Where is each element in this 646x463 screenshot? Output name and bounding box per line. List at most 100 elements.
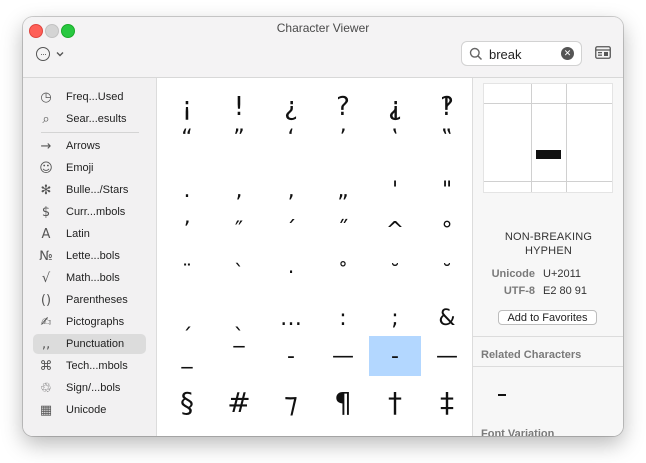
char-cell-breve[interactable]: ˘ bbox=[421, 250, 472, 290]
char-cell-dagger[interactable]: † bbox=[369, 378, 421, 419]
char-cell-low-grave[interactable]: ˎ bbox=[213, 294, 265, 334]
glyph-guide-line bbox=[484, 181, 612, 182]
char-cell-quotation-mark[interactable]: " bbox=[421, 164, 472, 204]
char-cell-interrobang[interactable]: ‽ bbox=[421, 80, 472, 122]
char-cell-number-sign[interactable]: # bbox=[213, 378, 265, 419]
related-characters-heading: Related Characters bbox=[481, 349, 582, 361]
char-cell-left-double-quote[interactable]: “ bbox=[161, 120, 213, 160]
character-name-line-1: NON-BREAKING bbox=[504, 231, 593, 243]
char-cell-middle-dot[interactable]: · bbox=[265, 250, 317, 290]
char-cell-inverted-question[interactable]: ¿ bbox=[265, 80, 317, 122]
char-glyph: „ bbox=[337, 178, 349, 203]
char-glyph: ° bbox=[441, 218, 453, 243]
char-cell-inverted-interrobang[interactable]: ⸘ bbox=[369, 80, 421, 122]
char-cell-degree[interactable]: ° bbox=[421, 208, 472, 248]
sidebar-item-label: Sign/...bols bbox=[66, 382, 121, 394]
char-glyph: ` bbox=[234, 260, 244, 284]
square-root-icon: √ bbox=[41, 270, 51, 286]
sidebar-divider bbox=[41, 132, 139, 133]
char-cell-grave-accent[interactable]: ` bbox=[213, 250, 265, 290]
char-cell-diaeresis[interactable]: ¨ bbox=[161, 250, 213, 290]
char-cell-low-single-quote[interactable]: ‚ bbox=[265, 164, 317, 204]
char-cell-ring-above[interactable]: ˚ bbox=[317, 250, 369, 290]
sidebar-item-math-symbols[interactable]: √ Math...bols bbox=[33, 268, 146, 288]
sidebar-item-arrows[interactable]: → Arrows bbox=[33, 136, 146, 156]
char-cell-exclamation[interactable]: ! bbox=[213, 80, 265, 122]
sidebar-item-parentheses[interactable]: () Parentheses bbox=[33, 290, 146, 310]
sidebar-item-frequently-used[interactable]: ◷ Freq...Used bbox=[33, 87, 146, 107]
char-cell-low-double-quote[interactable]: „ bbox=[317, 164, 369, 204]
char-cell-ellipsis[interactable]: … bbox=[265, 294, 317, 334]
search-field[interactable]: ✕ bbox=[461, 41, 582, 66]
sidebar-item-label: Arrows bbox=[66, 140, 101, 152]
char-cell-em-dash[interactable]: — bbox=[421, 336, 472, 376]
char-cell-ampersand[interactable]: & bbox=[421, 294, 472, 334]
char-glyph: ‛ bbox=[391, 126, 399, 151]
char-cell-double-dagger[interactable]: ‡ bbox=[421, 378, 472, 419]
category-sidebar: ◷ Freq...Used ⌕ Sear...esults → Arrows ☺… bbox=[23, 78, 157, 436]
search-input[interactable] bbox=[489, 46, 557, 62]
char-glyph: ” bbox=[233, 126, 245, 151]
add-to-favorites-button[interactable]: Add to Favorites bbox=[498, 310, 597, 325]
font-variation-heading: Font Variation bbox=[481, 428, 555, 436]
char-cell-section-sign[interactable]: § bbox=[161, 378, 213, 419]
sidebar-item-latin[interactable]: A Latin bbox=[33, 224, 146, 244]
clear-search-icon[interactable]: ✕ bbox=[561, 47, 574, 60]
sidebar-item-currency-symbols[interactable]: $ Curr...mbols bbox=[33, 202, 146, 222]
sidebar-item-label: Curr...mbols bbox=[66, 206, 126, 218]
char-cell-double-prime[interactable]: ″ bbox=[213, 208, 265, 248]
sidebar-item-bullets-stars[interactable]: ✻ Bulle.../Stars bbox=[33, 180, 146, 200]
char-cell-non-breaking-hyphen[interactable]: - bbox=[369, 336, 421, 376]
character-name-line-2: HYPHEN bbox=[524, 245, 573, 257]
char-cell-right-single-quote[interactable]: ’ bbox=[317, 120, 369, 160]
character-info-panel: NON-BREAKING HYPHEN Unicode U+2011 UTF-8… bbox=[472, 78, 623, 436]
info-panel-toggle-icon[interactable] bbox=[595, 46, 611, 59]
sidebar-item-sign-standard-symbols[interactable]: ♲ Sign/...bols bbox=[33, 378, 146, 398]
related-character-hyphen[interactable] bbox=[498, 394, 506, 396]
action-menu-button[interactable]: ··· bbox=[36, 44, 76, 64]
asterisk-icon: ✻ bbox=[40, 182, 52, 198]
sidebar-item-punctuation[interactable]: ‚‚ Punctuation bbox=[33, 334, 146, 354]
sidebar-item-label: Bulle.../Stars bbox=[66, 184, 129, 196]
char-cell-inverted-exclamation[interactable]: ¡ bbox=[161, 80, 213, 122]
char-cell-tironian-et[interactable]: ⁊ bbox=[265, 378, 317, 419]
sidebar-item-technical-symbols[interactable]: ⌘ Tech...mbols bbox=[33, 356, 146, 376]
sidebar-item-emoji[interactable]: ☺ Emoji bbox=[33, 158, 146, 178]
char-glyph: ˝ bbox=[337, 218, 349, 243]
char-glyph: ^ bbox=[385, 218, 405, 243]
char-glyph: ‾ bbox=[233, 344, 245, 369]
char-glyph: # bbox=[227, 386, 251, 419]
smiley-icon: ☺ bbox=[39, 160, 53, 176]
sidebar-item-search-results[interactable]: ⌕ Sear...esults bbox=[33, 109, 146, 129]
char-cell-em-dash[interactable]: — bbox=[317, 336, 369, 376]
sidebar-item-letterlike-symbols[interactable]: № Lette...bols bbox=[33, 246, 146, 266]
char-cell-question[interactable]: ? bbox=[317, 80, 369, 122]
char-glyph: - bbox=[391, 344, 399, 369]
char-cell-left-single-quote[interactable]: ‘ bbox=[265, 120, 317, 160]
char-cell-full-stop[interactable]: . bbox=[161, 164, 213, 204]
sidebar-item-pictographs[interactable]: ✍ Pictographs bbox=[33, 312, 146, 332]
char-cell-double-acute[interactable]: ˝ bbox=[317, 208, 369, 248]
char-cell-pilcrow[interactable]: ¶ bbox=[317, 378, 369, 419]
char-cell-overline[interactable]: ‾ bbox=[213, 336, 265, 376]
char-cell-circumflex[interactable]: ^ bbox=[369, 208, 421, 248]
glyph-guide-line bbox=[531, 84, 532, 192]
char-cell-colon[interactable]: : bbox=[317, 294, 369, 334]
char-cell-reversed-double-quote[interactable]: ‟ bbox=[421, 120, 472, 160]
char-cell-breve[interactable]: ˘ bbox=[369, 250, 421, 290]
char-cell-apostrophe[interactable]: ' bbox=[369, 164, 421, 204]
char-cell-right-double-quote[interactable]: ” bbox=[213, 120, 265, 160]
glyph-guide-line bbox=[484, 103, 612, 104]
char-cell-comma[interactable]: , bbox=[213, 164, 265, 204]
parentheses-icon: () bbox=[40, 292, 52, 308]
char-cell-hyphen[interactable]: - bbox=[265, 336, 317, 376]
char-cell-acute-accent[interactable]: ´ bbox=[265, 208, 317, 248]
char-cell-right-single-quote[interactable]: ’ bbox=[161, 208, 213, 248]
char-cell-semicolon[interactable]: ; bbox=[369, 294, 421, 334]
char-cell-low-line[interactable]: _ bbox=[161, 336, 213, 376]
char-cell-low-acute[interactable]: ˏ bbox=[161, 294, 213, 334]
preview-glyph-hyphen bbox=[536, 150, 561, 159]
sidebar-item-unicode[interactable]: ▦ Unicode bbox=[33, 400, 146, 420]
char-cell-reversed-single-quote[interactable]: ‛ bbox=[369, 120, 421, 160]
char-glyph: ‚ bbox=[287, 178, 295, 203]
